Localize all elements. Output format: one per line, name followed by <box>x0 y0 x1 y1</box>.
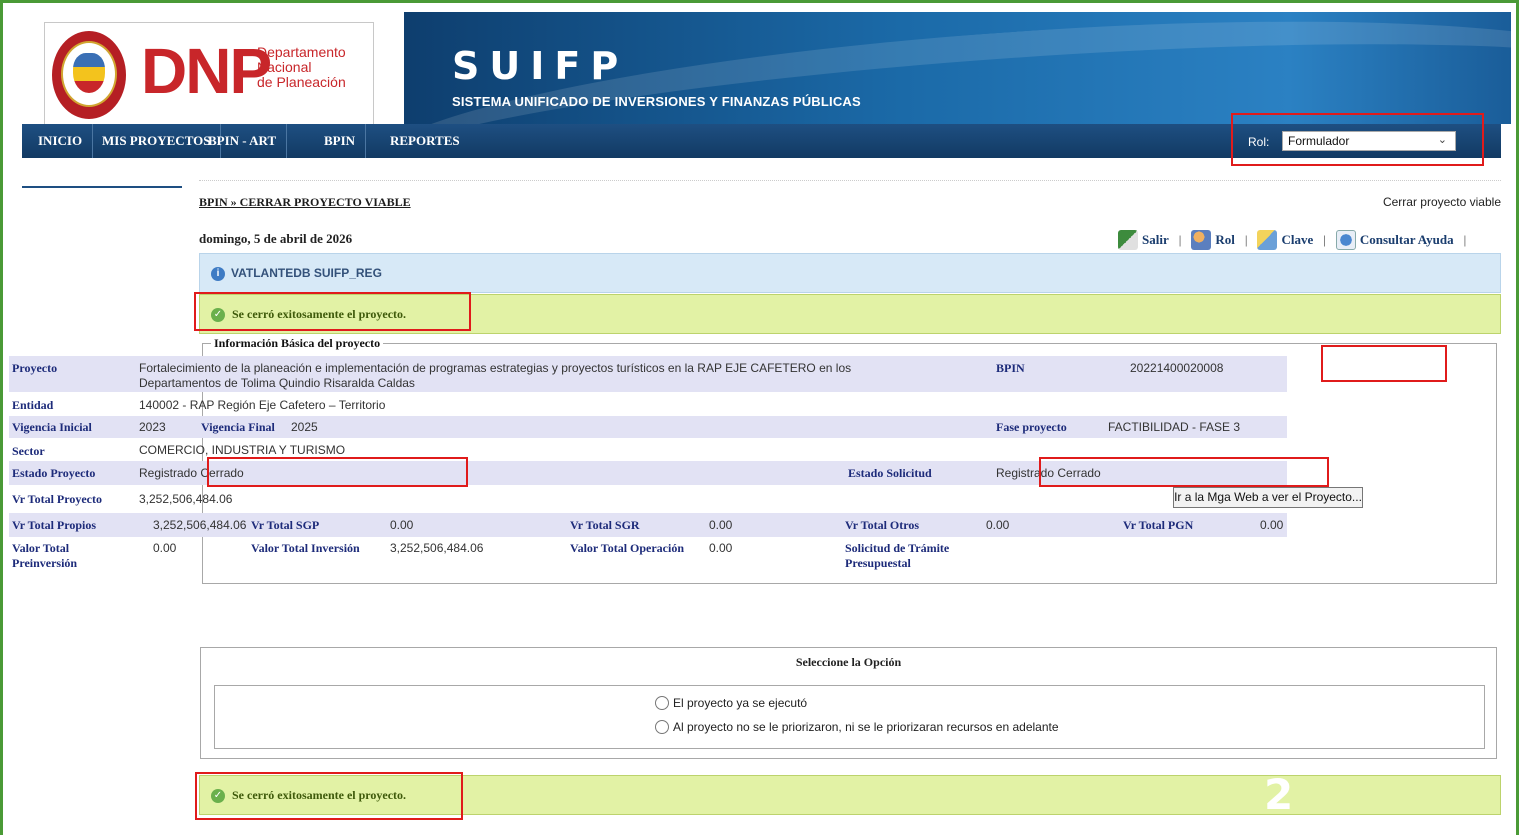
dnp-subtitle-line2: Nacional <box>257 59 312 75</box>
salir-link[interactable]: Salir <box>1142 232 1169 248</box>
nav-item-inicio[interactable]: INICIO <box>28 124 94 158</box>
vr-sgr-value: 0.00 <box>709 518 733 532</box>
seal-shield-icon <box>73 53 105 93</box>
dnp-logo: DNP Departamento Nacional de Planeación <box>44 22 374 130</box>
vigencia-final-label: Vigencia Final <box>201 420 275 434</box>
bpin-label: BPIN <box>996 361 1025 375</box>
options-inner-box: El proyecto ya se ejecutó Al proyecto no… <box>214 685 1485 749</box>
row-vigencia: Vigencia Inicial 2023 Vigencia Final 202… <box>9 416 1287 438</box>
vigencia-final-value: 2025 <box>291 420 318 434</box>
tramite-label-line1: Solicitud de Trámite <box>845 541 950 555</box>
sector-value: COMERCIO, INDUSTRIA Y TURISMO <box>139 443 346 457</box>
toolbar-separator: | <box>1323 232 1326 247</box>
option-no-priorizado-label: Al proyecto no se le priorizaron, ni se … <box>673 720 1059 734</box>
row-vr-total: Vr Total Proyecto 3,252,506,484.06 <box>9 488 1287 510</box>
left-panel-divider <box>22 186 182 188</box>
tramite-label-line2: Presupuestal <box>845 556 911 570</box>
consultar-ayuda-link[interactable]: Consultar Ayuda <box>1360 232 1454 248</box>
option-ejecutado[interactable]: El proyecto ya se ejecutó <box>655 696 807 710</box>
options-panel: Seleccione la Opción El proyecto ya se e… <box>200 647 1497 759</box>
toolbar-separator: | <box>1244 232 1248 247</box>
row-proyecto: Proyecto Fortalecimiento de la planeació… <box>9 356 1287 392</box>
option-no-priorizado[interactable]: Al proyecto no se le priorizaron, ni se … <box>655 720 1059 734</box>
highlight-box-success-top <box>194 292 471 331</box>
page-title: Cerrar proyecto viable <box>1382 195 1501 209</box>
radio-no-priorizado[interactable] <box>655 720 669 734</box>
vr-pgn-value: 0.00 <box>1260 518 1284 532</box>
dnp-subtitle-line1: Departamento <box>257 44 346 60</box>
exit-icon <box>1118 230 1138 250</box>
nav-item-bpin[interactable]: BPIN <box>314 124 367 158</box>
highlight-box-role <box>1231 113 1484 166</box>
current-date: domingo, 5 de abril de 2026 <box>199 231 353 246</box>
preinversion-label-line2: Preinversión <box>12 556 78 570</box>
row-valores: Valor Total Preinversión 0.00 Valor Tota… <box>9 538 1287 574</box>
estado-proyecto-label: Estado Proyecto <box>12 466 96 480</box>
proyecto-value-line1: Fortalecimiento de la planeación e imple… <box>139 361 852 375</box>
row-fuentes: Vr Total Propios 3,252,506,484.06 Vr Tot… <box>9 513 1287 537</box>
suifp-banner: SUIFP SISTEMA UNIFICADO DE INVERSIONES Y… <box>404 12 1511 124</box>
vr-sgp-label: Vr Total SGP <box>251 518 320 532</box>
inversion-value: 3,252,506,484.06 <box>390 541 484 555</box>
nav-item-reportes[interactable]: REPORTES <box>380 124 470 158</box>
toolbar-separator: | <box>1178 232 1182 247</box>
vr-propios-label: Vr Total Propios <box>12 518 97 532</box>
estado-solicitud-label: Estado Solicitud <box>848 466 932 480</box>
radio-ejecutado[interactable] <box>655 696 669 710</box>
option-ejecutado-label: El proyecto ya se ejecutó <box>673 696 808 710</box>
nav-item-bpin-art[interactable]: BPIN - ART <box>198 124 288 158</box>
fase-label: Fase proyecto <box>996 420 1067 434</box>
proyecto-label: Proyecto <box>12 361 58 375</box>
entidad-label: Entidad <box>12 398 54 412</box>
app-title: SUIFP <box>452 44 629 88</box>
help-icon <box>1335 230 1356 250</box>
options-title: Seleccione la Opción <box>795 655 902 669</box>
highlight-box-bpin <box>1321 345 1447 382</box>
preinversion-label-line1: Valor Total <box>12 541 70 555</box>
app-subtitle: SISTEMA UNIFICADO DE INVERSIONES Y FINAN… <box>452 94 861 109</box>
toolbar-separator: | <box>1463 232 1467 247</box>
dnp-subtitle-line3: de Planeación <box>257 74 346 90</box>
entidad-value: 140002 - RAP Región Eje Cafetero – Terri… <box>139 398 386 412</box>
vr-otros-label: Vr Total Otros <box>845 518 920 532</box>
dnp-subtitle: Departamento Nacional de Planeación <box>257 45 346 90</box>
operacion-label: Valor Total Operación <box>570 541 685 555</box>
preinversion-value: 0.00 <box>153 541 177 555</box>
breadcrumb[interactable]: BPIN » CERRAR PROYECTO VIABLE <box>199 195 411 210</box>
fase-value: FACTIBILIDAD - FASE 3 <box>1108 420 1241 434</box>
vr-propios-value: 3,252,506,484.06 <box>153 518 247 532</box>
clave-link[interactable]: Clave <box>1281 232 1313 248</box>
vr-total-proyecto-value: 3,252,506,484.06 <box>139 492 233 506</box>
vr-pgn-label: Vr Total PGN <box>1123 518 1194 532</box>
vigencia-inicial-value: 2023 <box>139 420 166 434</box>
vigencia-inicial-label: Vigencia Inicial <box>12 420 92 434</box>
user-role-icon <box>1191 230 1212 250</box>
inversion-label: Valor Total Inversión <box>251 541 360 555</box>
mga-web-button[interactable]: Ir a la Mga Web a ver el Proyecto... <box>1173 487 1363 508</box>
highlight-box-success-bottom <box>195 772 463 820</box>
info-icon: i <box>211 267 225 281</box>
proyecto-value-line2: Departamentos de Tolima Quindio Risarald… <box>139 376 415 390</box>
user-info-text: VATLANTEDB SUIFP_REG <box>231 266 382 280</box>
key-icon <box>1257 230 1278 250</box>
header: DNP Departamento Nacional de Planeación … <box>10 12 1511 130</box>
step-number: 2 <box>1264 770 1294 819</box>
vr-total-proyecto-label: Vr Total Proyecto <box>12 492 102 506</box>
vr-otros-value: 0.00 <box>986 518 1010 532</box>
user-toolbar: Salir | Rol | Clave | Consultar Ayuda | <box>1118 229 1476 251</box>
operacion-value: 0.00 <box>709 541 733 555</box>
user-info-bar: i VATLANTEDB SUIFP_REG <box>199 253 1501 293</box>
project-info-legend: Información Básica del proyecto <box>214 336 381 350</box>
content-top-divider <box>199 180 1501 181</box>
sector-label: Sector <box>12 444 45 458</box>
vr-sgp-value: 0.00 <box>390 518 414 532</box>
highlight-box-estado-solicitud <box>1039 457 1329 487</box>
rol-link[interactable]: Rol <box>1215 232 1235 248</box>
bpin-value: 20221400020008 <box>1130 361 1224 375</box>
vr-sgr-label: Vr Total SGR <box>570 518 640 532</box>
dnp-wordmark: DNP <box>141 35 272 107</box>
row-entidad: Entidad 140002 - RAP Región Eje Cafetero… <box>9 394 1287 414</box>
highlight-box-estado-proyecto <box>207 457 468 487</box>
